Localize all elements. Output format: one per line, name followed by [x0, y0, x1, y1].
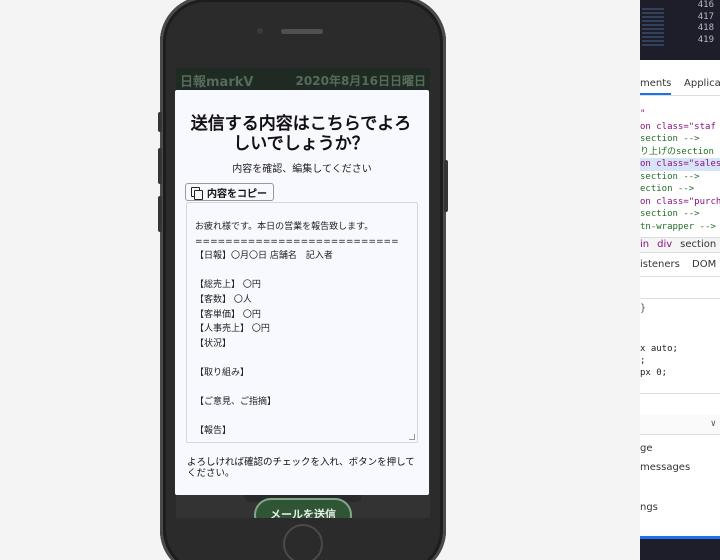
report-line: [195, 264, 409, 279]
side-button: [158, 112, 162, 132]
style-rule-line: ;: [640, 356, 646, 366]
dom-node-line[interactable]: on class="purch: [640, 196, 720, 209]
dom-node-line[interactable]: tn-wrapper -->: [640, 221, 720, 234]
console-header[interactable]: ∨: [640, 415, 720, 435]
copy-button-label: 内容をコピー: [207, 188, 267, 200]
line-numbers: 416 417 418 419: [690, 0, 720, 46]
breadcrumb: in div section: [640, 237, 720, 253]
report-line: 【報告】: [195, 426, 232, 437]
dom-node-line[interactable]: ": [640, 108, 720, 121]
app-date: 2020年8月16日日曜日: [295, 73, 426, 88]
report-line: 【ご意見、ご指摘】: [195, 397, 277, 408]
line-number: 417: [697, 11, 714, 22]
report-line: 【人事売上】 〇円: [195, 324, 270, 335]
camera-dot: [257, 28, 263, 34]
resize-handle[interactable]: [409, 434, 415, 440]
dom-node-line[interactable]: り上げのsection: [640, 146, 720, 159]
status-bar: [640, 536, 720, 560]
report-line: [195, 351, 409, 366]
side-button: [158, 196, 162, 232]
dom-node-line[interactable]: on class="sales: [640, 158, 720, 171]
dom-node-line[interactable]: section -->: [640, 133, 720, 146]
report-line: [195, 381, 409, 396]
style-rule-line: x auto;: [640, 344, 678, 354]
report-textarea[interactable]: お疲れ様です。本日の営業を報告致します。 ===================…: [186, 202, 418, 443]
side-button: [158, 148, 162, 184]
styles-subtabs: isteners DOM B: [640, 257, 720, 277]
report-line: 【取り組み】: [195, 367, 250, 378]
tab-dom-breakpoints[interactable]: DOM B: [692, 259, 720, 270]
breadcrumb-item[interactable]: div: [657, 239, 672, 250]
dom-node-line[interactable]: ection -->: [640, 183, 720, 196]
report-line: 【総売上】 〇円: [195, 280, 261, 291]
line-number: 416: [697, 0, 714, 10]
styles-pane: } x auto; ; px 0;: [640, 298, 720, 394]
dom-node-line[interactable]: section -->: [640, 171, 720, 184]
modal-footer-text: よろしければ確認のチェックを入れ、ボタンを押してください。: [187, 457, 415, 479]
app-header: 日報markV 2020年8月16日日曜日: [176, 68, 430, 92]
report-line: ===========================: [195, 236, 399, 247]
speaker-grille: [281, 29, 323, 34]
report-line: 【状況】: [195, 338, 232, 349]
rule-bracket: }: [640, 303, 647, 314]
confirm-modal: 送信する内容はこちらでよろしいでしょうか？ 内容を確認、編集してください 内容を…: [175, 90, 429, 495]
line-number: 418: [697, 23, 714, 33]
chevron-down-icon[interactable]: ∨: [711, 419, 716, 429]
style-rule-line: px 0;: [640, 368, 668, 378]
breadcrumb-item[interactable]: in: [640, 239, 649, 250]
devtools-panel: 416 417 418 419 ments Applicat "on class…: [640, 0, 720, 560]
code-editor-strip: 416 417 418 419: [640, 0, 720, 60]
report-line: 【客数】 〇人: [195, 294, 252, 305]
copy-content-button[interactable]: 内容をコピー: [185, 183, 274, 201]
tab-elements[interactable]: ments: [640, 78, 672, 95]
tab-event-listeners[interactable]: isteners: [640, 259, 680, 270]
console-filter-item[interactable]: messages: [640, 462, 720, 473]
report-line: 【客単価】 〇円: [195, 309, 261, 320]
report-line: お疲れ様です。本日の営業を報告致します。: [195, 222, 374, 232]
copy-icon: [191, 186, 203, 200]
side-button: [444, 160, 448, 212]
report-line: [195, 410, 409, 425]
modal-subtitle: 内容を確認、編集してください: [232, 164, 372, 175]
home-button: [283, 524, 323, 560]
devtools-tabs: ments Applicat: [640, 72, 720, 96]
dom-node-line[interactable]: on class="staf: [640, 121, 720, 134]
line-number: 419: [697, 34, 714, 45]
send-mail-button[interactable]: メールを送信: [254, 498, 352, 518]
report-line: 【日報】〇月〇日 店舗名 記入者: [195, 251, 333, 262]
breadcrumb-item[interactable]: section: [680, 239, 716, 250]
app-title: 日報markV: [180, 74, 254, 90]
modal-title: 送信する内容はこちらでよろしいでしょうか？: [190, 114, 412, 154]
dom-node-line[interactable]: section -->: [640, 208, 720, 221]
minimap: [642, 8, 664, 48]
console-filter-item[interactable]: ngs: [640, 502, 720, 513]
tab-application[interactable]: Applicat: [684, 78, 720, 89]
console-filter-item[interactable]: ge: [640, 443, 720, 454]
dom-tree: " on class="staf section --> り上げのsection on …: [640, 108, 720, 233]
